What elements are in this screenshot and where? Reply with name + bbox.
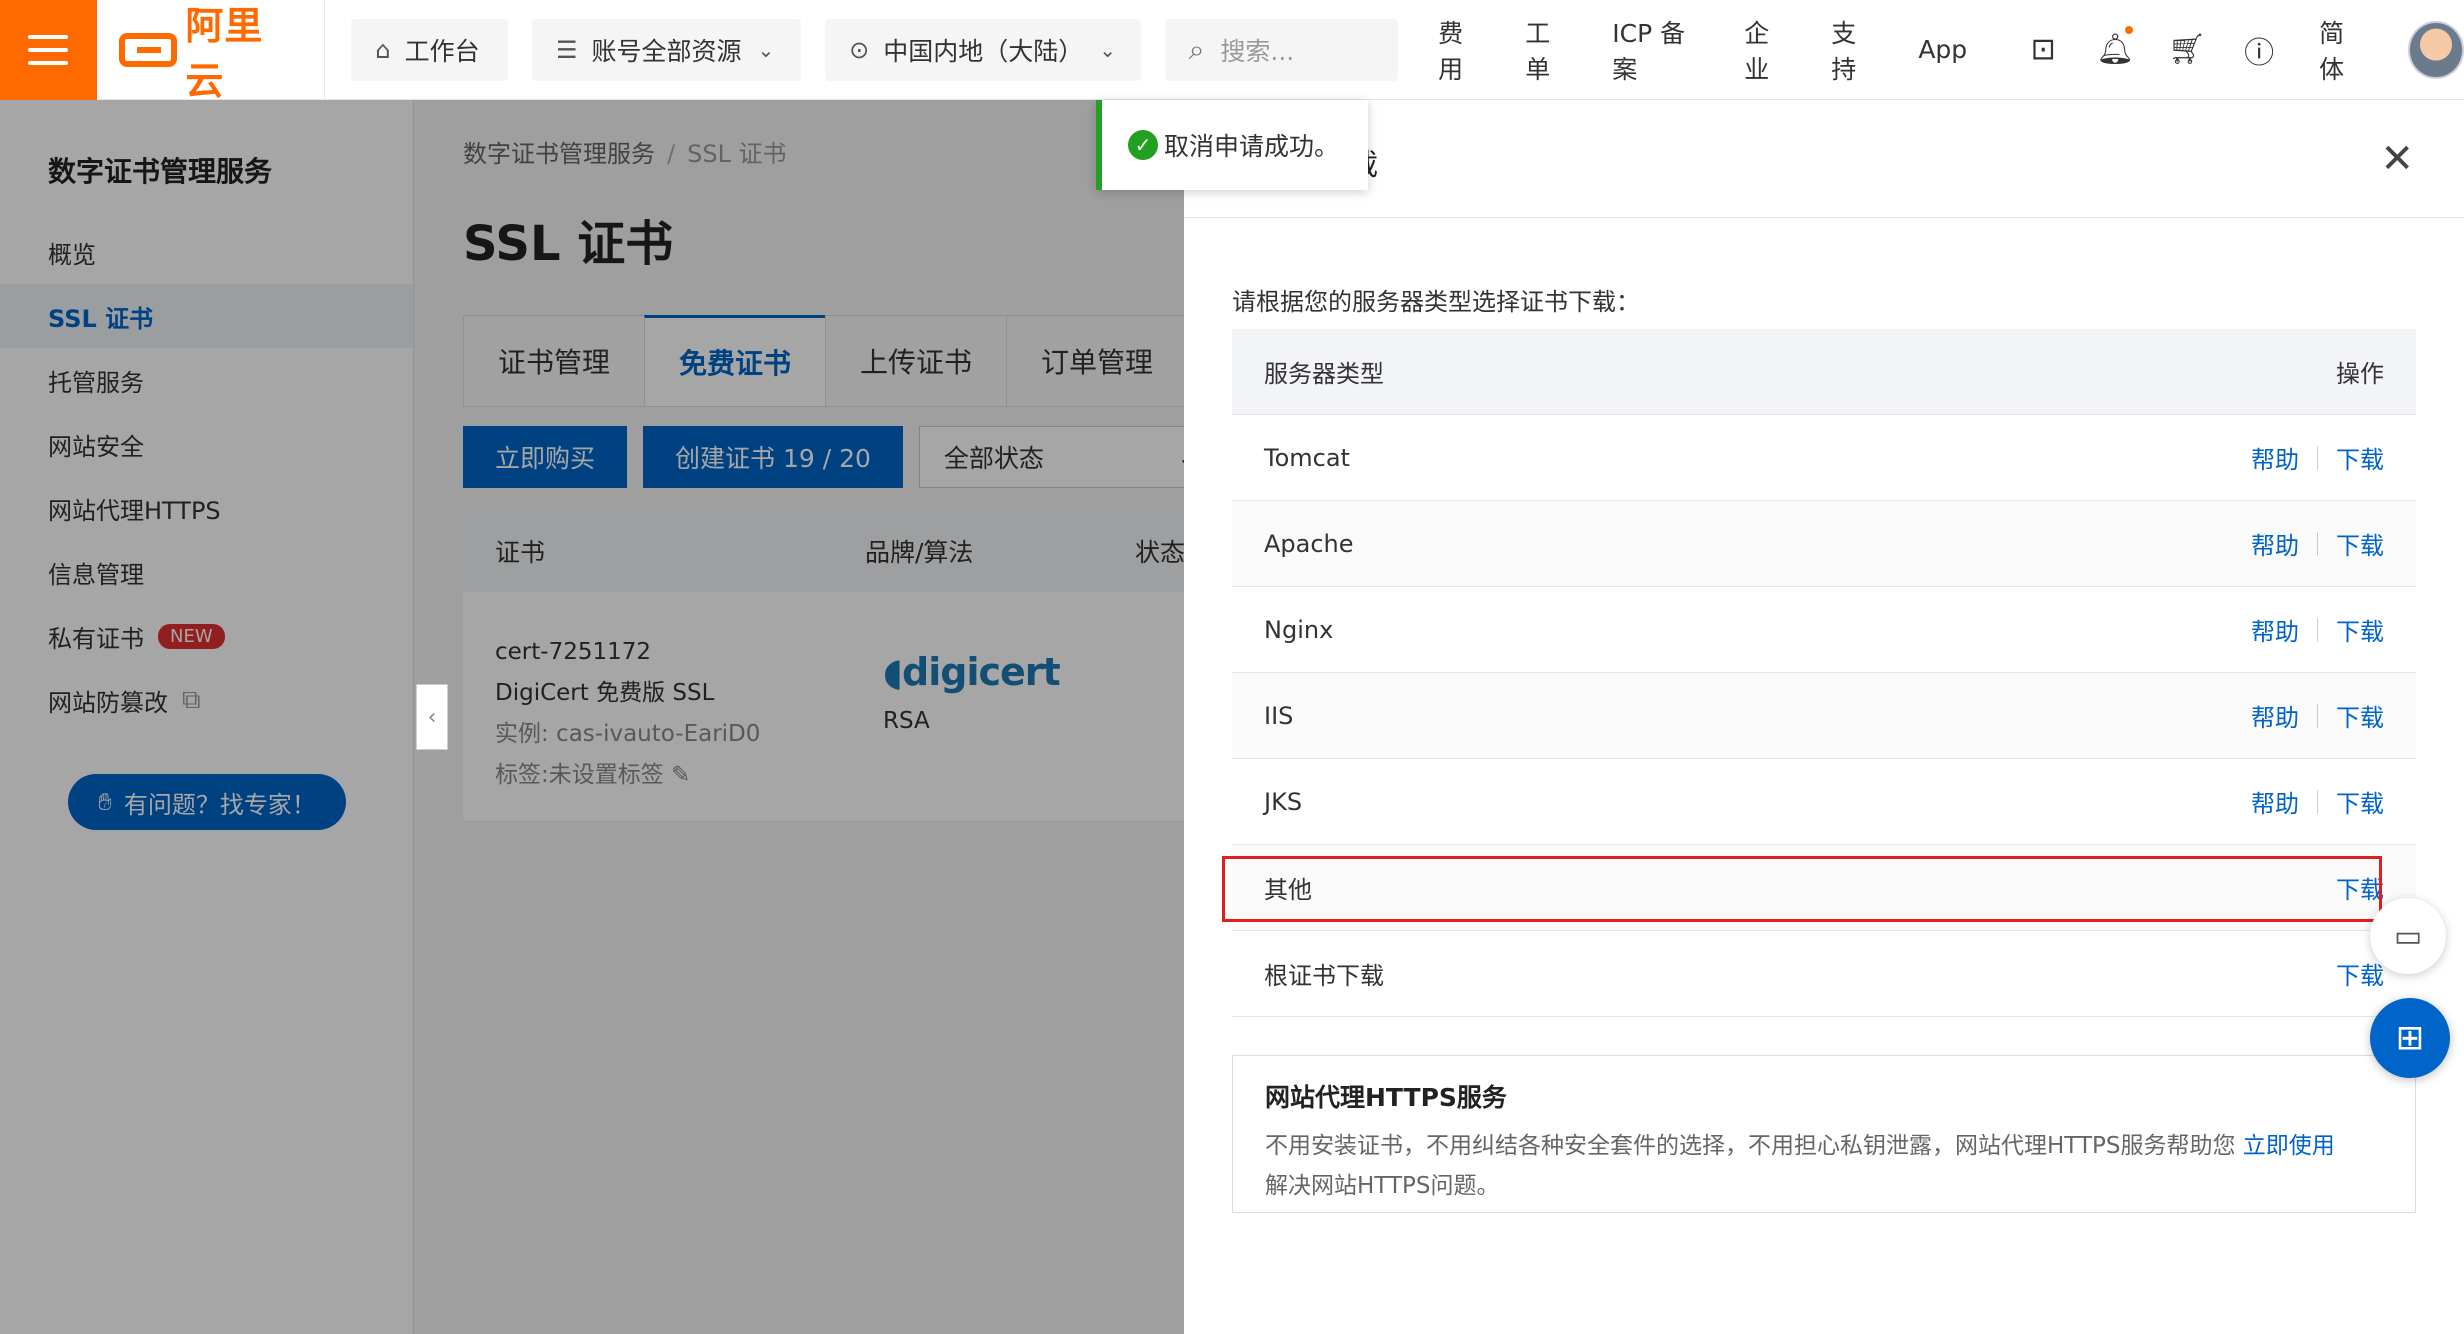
top-icons: ⊡ 🔔︎ 🛒︎ ⓘ xyxy=(2007,26,2295,72)
toast-message: 取消申请成功。 xyxy=(1164,132,1340,161)
chevron-down-icon: ⌄ xyxy=(757,37,775,62)
link-billing[interactable]: 费用 xyxy=(1438,14,1485,86)
table-row: Tomcat 帮助 下载 xyxy=(1232,415,2416,501)
https-service-title: 网站代理HTTPS服务 xyxy=(1265,1083,1507,1112)
top-links: 费用 工单 ICP 备案 企业 支持 App xyxy=(1438,14,2007,86)
help-icon[interactable]: ⓘ xyxy=(2223,28,2295,72)
use-now-link[interactable]: 立即使用 xyxy=(2243,1133,2335,1159)
link-enterprise[interactable]: 企业 xyxy=(1744,14,1791,86)
modal-overlay[interactable] xyxy=(0,100,1185,1334)
table-row: JKS 帮助 下载 xyxy=(1232,759,2416,845)
https-service-desc: 不用安装证书，不用纠结各种安全套件的选择，不用担心私钥泄露，网站代理HTTPS服… xyxy=(1265,1126,2383,1206)
aliyun-logo-icon xyxy=(118,32,178,67)
location-pin-icon: ⊙ xyxy=(849,35,870,64)
server-type: Apache xyxy=(1264,529,1354,558)
apps-grid-icon: ⊞ xyxy=(2395,1018,2425,1058)
help-link[interactable]: 帮助 xyxy=(2251,698,2299,733)
aliyun-logo[interactable]: 阿里云 xyxy=(118,0,326,103)
avatar[interactable] xyxy=(2407,20,2464,79)
list-icon: ☰ xyxy=(555,35,578,64)
resources-label: 账号全部资源 xyxy=(591,36,742,66)
link-icp[interactable]: ICP 备案 xyxy=(1612,14,1704,86)
region-label: 中国内地（大陆） xyxy=(883,36,1084,66)
download-link[interactable]: 下载 xyxy=(2336,526,2384,561)
drawer-header: 载 ✕ xyxy=(1184,100,2464,218)
download-link[interactable]: 下载 xyxy=(2336,698,2384,733)
server-type: Nginx xyxy=(1264,615,1334,644)
chevron-down-icon: ⌄ xyxy=(1099,37,1116,62)
table-row: 根证书下载 下载 xyxy=(1232,931,2416,1017)
column-header: 服务器类型 xyxy=(1264,360,1384,388)
link-tickets[interactable]: 工单 xyxy=(1525,14,1572,86)
chat-float-button[interactable]: ▭ xyxy=(2370,898,2446,974)
notification-dot xyxy=(2125,26,2134,34)
logo-text: 阿里云 xyxy=(185,3,264,103)
search-placeholder: 搜索... xyxy=(1220,36,1295,66)
cart-icon[interactable]: 🛒︎ xyxy=(2151,32,2223,67)
download-link[interactable]: 下载 xyxy=(2336,440,2384,475)
home-icon: ⌂ xyxy=(375,35,391,64)
help-link[interactable]: 帮助 xyxy=(2251,526,2299,561)
table-row: Apache 帮助 下载 xyxy=(1232,501,2416,587)
hamburger-menu-button[interactable] xyxy=(0,0,97,100)
sidebar-collapse-button[interactable]: ‹ xyxy=(416,684,448,750)
region-dropdown[interactable]: ⊙ 中国内地（大陆） ⌄ xyxy=(825,18,1141,81)
https-desc-text: 不用安装证书，不用纠结各种安全套件的选择，不用担心私钥泄露，网站代理HTTPS服… xyxy=(1265,1133,2236,1159)
table-header: 服务器类型 操作 xyxy=(1232,329,2416,415)
link-app[interactable]: App xyxy=(1918,35,1967,64)
language-switch[interactable]: 简体 xyxy=(2319,14,2368,86)
https-desc-end: 解决网站HTTPS问题。 xyxy=(1265,1173,1500,1199)
server-type: IIS xyxy=(1264,701,1294,730)
https-service-box: 网站代理HTTPS服务 不用安装证书，不用纠结各种安全套件的选择，不用担心私钥泄… xyxy=(1232,1055,2416,1213)
link-support[interactable]: 支持 xyxy=(1831,14,1878,86)
download-link[interactable]: 下载 xyxy=(2336,612,2384,647)
top-navbar: 阿里云 ⌂ 工作台 ☰ 账号全部资源 ⌄ ⊙ 中国内地（大陆） ⌄ ⌕ 搜索..… xyxy=(0,0,2464,103)
chevron-left-icon: ‹ xyxy=(427,704,437,730)
close-icon[interactable]: ✕ xyxy=(2380,136,2414,182)
help-link[interactable]: 帮助 xyxy=(2251,440,2299,475)
download-link[interactable]: 下载 xyxy=(2336,784,2384,819)
server-type: 根证书下载 xyxy=(1264,962,1384,990)
server-type: JKS xyxy=(1264,787,1303,816)
workbench-button[interactable]: ⌂ 工作台 xyxy=(351,18,508,81)
bell-icon[interactable]: 🔔︎ xyxy=(2079,26,2151,67)
download-link[interactable]: 下载 xyxy=(2336,956,2384,991)
server-type: Tomcat xyxy=(1264,443,1350,472)
table-row: Nginx 帮助 下载 xyxy=(1232,587,2416,673)
success-toast: ✓ 取消申请成功。 xyxy=(1096,100,1368,190)
drawer-tip: 请根据您的服务器类型选择证书下载： xyxy=(1232,288,1640,316)
download-drawer: 载 ✕ 请根据您的服务器类型选择证书下载： 服务器类型 操作 Tomcat 帮助… xyxy=(1184,100,2464,1334)
search-input[interactable]: ⌕ 搜索... xyxy=(1164,18,1399,81)
help-link[interactable]: 帮助 xyxy=(2251,784,2299,819)
table-row: IIS 帮助 下载 xyxy=(1232,673,2416,759)
check-circle-icon: ✓ xyxy=(1128,130,1158,160)
apps-float-button[interactable]: ⊞ xyxy=(2370,998,2450,1078)
terminal-icon[interactable]: ⊡ xyxy=(2007,32,2079,67)
search-icon: ⌕ xyxy=(1188,32,1205,66)
help-link[interactable]: 帮助 xyxy=(2251,612,2299,647)
workbench-label: 工作台 xyxy=(404,36,480,66)
column-header: 操作 xyxy=(2336,360,2384,388)
highlight-box xyxy=(1222,856,2382,922)
resources-dropdown[interactable]: ☰ 账号全部资源 ⌄ xyxy=(531,18,802,81)
chat-icon: ▭ xyxy=(2393,918,2423,954)
